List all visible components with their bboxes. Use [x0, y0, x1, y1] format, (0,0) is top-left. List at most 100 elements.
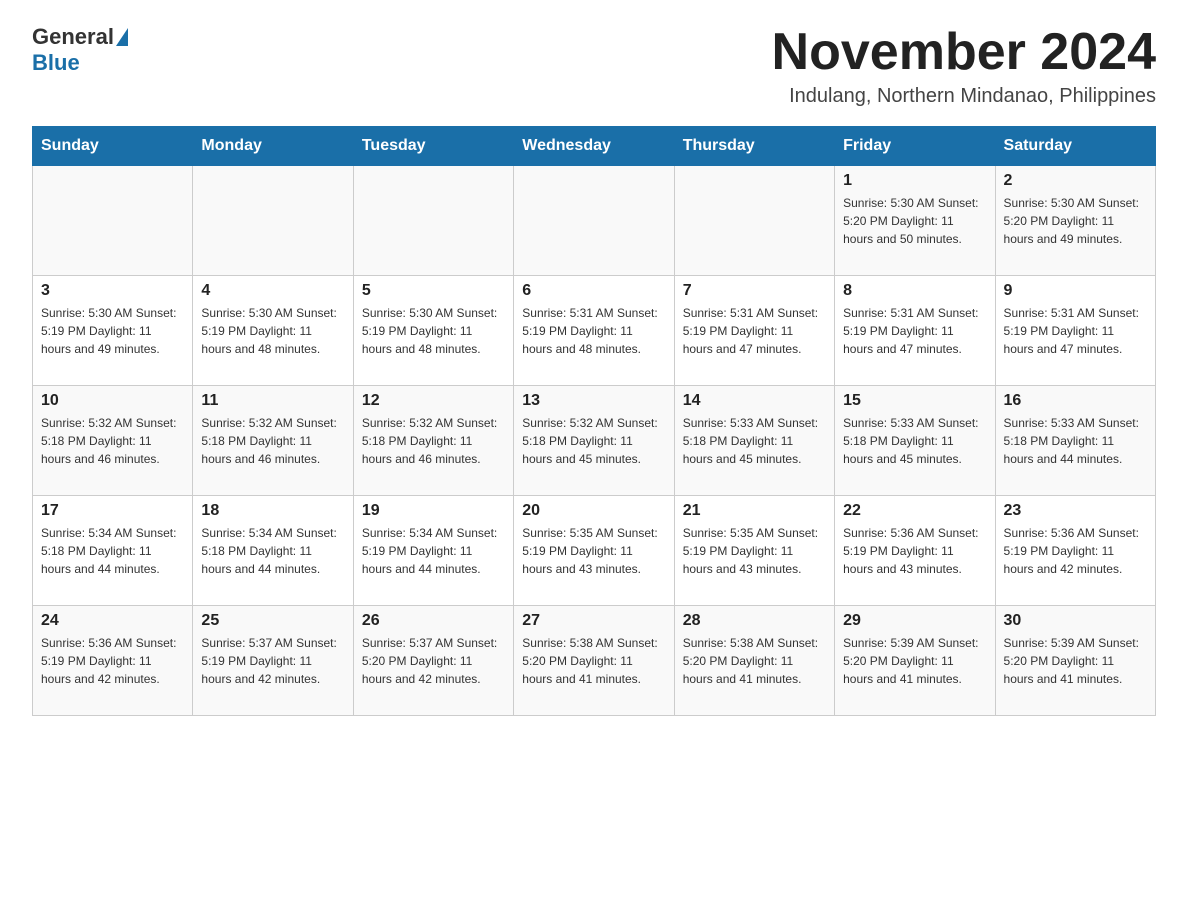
calendar-cell: 27Sunrise: 5:38 AM Sunset: 5:20 PM Dayli…: [514, 606, 674, 716]
calendar-cell: 12 Sunrise: 5:32 AM Sunset: 5:18 PM Dayli…: [353, 386, 513, 496]
day-number: 2: [1004, 172, 1147, 190]
calendar-cell: 15 Sunrise: 5:33 AM Sunset: 5:18 PM Dayli…: [835, 386, 995, 496]
day-number: 20: [522, 502, 665, 520]
calendar-week-row: 17 Sunrise: 5:34 AM Sunset: 5:18 PM Dayli…: [33, 496, 1156, 606]
calendar-cell: 10 Sunrise: 5:32 AM Sunset: 5:18 PM Dayli…: [33, 386, 193, 496]
calendar-cell: 7 Sunrise: 5:31 AM Sunset: 5:19 PM Daylig…: [674, 276, 834, 386]
day-info: Sunrise: 5:31 AM Sunset: 5:19 PM Dayligh…: [683, 304, 826, 358]
day-info: Sunrise: 5:37 AM Sunset: 5:20 PM Dayligh…: [362, 634, 505, 688]
day-number: 30: [1004, 612, 1147, 630]
weekday-header-monday: Monday: [193, 127, 353, 166]
calendar-cell: [514, 166, 674, 276]
day-number: 16: [1004, 392, 1147, 410]
logo-general-text: General: [32, 24, 114, 50]
calendar-cell: 26 Sunrise: 5:37 AM Sunset: 5:20 PM Dayli…: [353, 606, 513, 716]
day-info: Sunrise: 5:31 AM Sunset: 5:19 PM Dayligh…: [843, 304, 986, 358]
calendar-cell: [193, 166, 353, 276]
day-number: 9: [1004, 282, 1147, 300]
day-number: 1: [843, 172, 986, 190]
day-number: 23: [1004, 502, 1147, 520]
day-info: Sunrise: 5:39 AM Sunset: 5:20 PM Dayligh…: [843, 634, 986, 688]
day-info: Sunrise: 5:34 AM Sunset: 5:18 PM Dayligh…: [41, 524, 184, 578]
calendar-cell: 24Sunrise: 5:36 AM Sunset: 5:19 PM Dayli…: [33, 606, 193, 716]
day-info: Sunrise: 5:34 AM Sunset: 5:18 PM Dayligh…: [201, 524, 344, 578]
day-number: 11: [201, 392, 344, 410]
day-number: 14: [683, 392, 826, 410]
weekday-header-wednesday: Wednesday: [514, 127, 674, 166]
calendar-cell: 2Sunrise: 5:30 AM Sunset: 5:20 PM Daylig…: [995, 166, 1155, 276]
day-number: 3: [41, 282, 184, 300]
logo: General Blue: [32, 24, 130, 76]
calendar-table: SundayMondayTuesdayWednesdayThursdayFrid…: [32, 126, 1156, 716]
calendar-cell: 22Sunrise: 5:36 AM Sunset: 5:19 PM Dayli…: [835, 496, 995, 606]
day-info: Sunrise: 5:35 AM Sunset: 5:19 PM Dayligh…: [522, 524, 665, 578]
day-number: 29: [843, 612, 986, 630]
day-info: Sunrise: 5:31 AM Sunset: 5:19 PM Dayligh…: [522, 304, 665, 358]
day-number: 25: [201, 612, 344, 630]
calendar-week-row: 10 Sunrise: 5:32 AM Sunset: 5:18 PM Dayli…: [33, 386, 1156, 496]
day-number: 4: [201, 282, 344, 300]
calendar-cell: 1 Sunrise: 5:30 AM Sunset: 5:20 PM Daylig…: [835, 166, 995, 276]
calendar-cell: [674, 166, 834, 276]
day-number: 18: [201, 502, 344, 520]
day-number: 22: [843, 502, 986, 520]
weekday-header-sunday: Sunday: [33, 127, 193, 166]
calendar-cell: 21 Sunrise: 5:35 AM Sunset: 5:19 PM Dayli…: [674, 496, 834, 606]
day-number: 19: [362, 502, 505, 520]
day-number: 27: [522, 612, 665, 630]
day-info: Sunrise: 5:31 AM Sunset: 5:19 PM Dayligh…: [1004, 304, 1147, 358]
day-number: 17: [41, 502, 184, 520]
month-title: November 2024: [772, 24, 1156, 81]
location-title: Indulang, Northern Mindanao, Philippines: [772, 85, 1156, 108]
day-info: Sunrise: 5:30 AM Sunset: 5:19 PM Dayligh…: [201, 304, 344, 358]
calendar-cell: 16 Sunrise: 5:33 AM Sunset: 5:18 PM Dayli…: [995, 386, 1155, 496]
day-info: Sunrise: 5:36 AM Sunset: 5:19 PM Dayligh…: [41, 634, 184, 688]
calendar-cell: 20 Sunrise: 5:35 AM Sunset: 5:19 PM Dayli…: [514, 496, 674, 606]
page-header: General Blue November 2024 Indulang, Nor…: [32, 24, 1156, 108]
calendar-cell: 28Sunrise: 5:38 AM Sunset: 5:20 PM Dayli…: [674, 606, 834, 716]
calendar-cell: 11 Sunrise: 5:32 AM Sunset: 5:18 PM Dayli…: [193, 386, 353, 496]
weekday-header-saturday: Saturday: [995, 127, 1155, 166]
day-number: 21: [683, 502, 826, 520]
calendar-cell: [353, 166, 513, 276]
day-info: Sunrise: 5:32 AM Sunset: 5:18 PM Dayligh…: [522, 414, 665, 468]
day-number: 26: [362, 612, 505, 630]
calendar-cell: 14 Sunrise: 5:33 AM Sunset: 5:18 PM Dayli…: [674, 386, 834, 496]
day-info: Sunrise: 5:30 AM Sunset: 5:19 PM Dayligh…: [362, 304, 505, 358]
weekday-header-tuesday: Tuesday: [353, 127, 513, 166]
day-number: 12: [362, 392, 505, 410]
logo-triangle-icon: [116, 28, 128, 46]
weekday-header-friday: Friday: [835, 127, 995, 166]
day-number: 10: [41, 392, 184, 410]
calendar-cell: 30 Sunrise: 5:39 AM Sunset: 5:20 PM Dayli…: [995, 606, 1155, 716]
day-info: Sunrise: 5:32 AM Sunset: 5:18 PM Dayligh…: [41, 414, 184, 468]
day-number: 5: [362, 282, 505, 300]
day-info: Sunrise: 5:30 AM Sunset: 5:20 PM Dayligh…: [843, 194, 986, 248]
day-info: Sunrise: 5:33 AM Sunset: 5:18 PM Dayligh…: [843, 414, 986, 468]
calendar-cell: 19Sunrise: 5:34 AM Sunset: 5:19 PM Dayli…: [353, 496, 513, 606]
day-info: Sunrise: 5:36 AM Sunset: 5:19 PM Dayligh…: [1004, 524, 1147, 578]
day-number: 7: [683, 282, 826, 300]
calendar-cell: 6Sunrise: 5:31 AM Sunset: 5:19 PM Daylig…: [514, 276, 674, 386]
calendar-cell: 5 Sunrise: 5:30 AM Sunset: 5:19 PM Daylig…: [353, 276, 513, 386]
calendar-cell: 18 Sunrise: 5:34 AM Sunset: 5:18 PM Dayli…: [193, 496, 353, 606]
weekday-header-row: SundayMondayTuesdayWednesdayThursdayFrid…: [33, 127, 1156, 166]
calendar-cell: 3Sunrise: 5:30 AM Sunset: 5:19 PM Daylig…: [33, 276, 193, 386]
day-info: Sunrise: 5:32 AM Sunset: 5:18 PM Dayligh…: [201, 414, 344, 468]
day-info: Sunrise: 5:33 AM Sunset: 5:18 PM Dayligh…: [683, 414, 826, 468]
weekday-header-thursday: Thursday: [674, 127, 834, 166]
day-info: Sunrise: 5:32 AM Sunset: 5:18 PM Dayligh…: [362, 414, 505, 468]
calendar-cell: 13Sunrise: 5:32 AM Sunset: 5:18 PM Dayli…: [514, 386, 674, 496]
title-block: November 2024 Indulang, Northern Mindana…: [772, 24, 1156, 108]
day-number: 28: [683, 612, 826, 630]
day-info: Sunrise: 5:33 AM Sunset: 5:18 PM Dayligh…: [1004, 414, 1147, 468]
calendar-cell: 4 Sunrise: 5:30 AM Sunset: 5:19 PM Daylig…: [193, 276, 353, 386]
calendar-week-row: 24Sunrise: 5:36 AM Sunset: 5:19 PM Dayli…: [33, 606, 1156, 716]
day-info: Sunrise: 5:35 AM Sunset: 5:19 PM Dayligh…: [683, 524, 826, 578]
day-info: Sunrise: 5:39 AM Sunset: 5:20 PM Dayligh…: [1004, 634, 1147, 688]
calendar-week-row: 1 Sunrise: 5:30 AM Sunset: 5:20 PM Daylig…: [33, 166, 1156, 276]
calendar-cell: 29 Sunrise: 5:39 AM Sunset: 5:20 PM Dayli…: [835, 606, 995, 716]
calendar-cell: 17 Sunrise: 5:34 AM Sunset: 5:18 PM Dayli…: [33, 496, 193, 606]
calendar-cell: 8Sunrise: 5:31 AM Sunset: 5:19 PM Daylig…: [835, 276, 995, 386]
day-number: 15: [843, 392, 986, 410]
